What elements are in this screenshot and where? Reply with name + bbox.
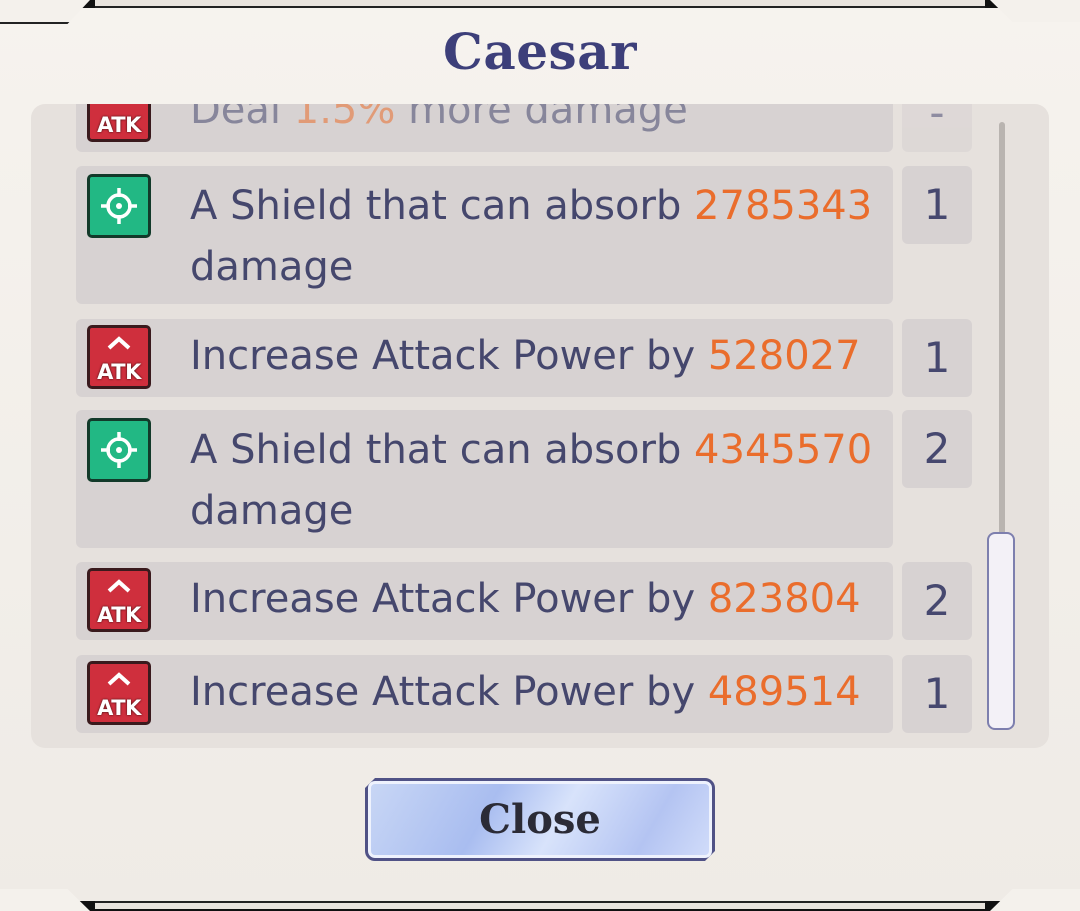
- dialog-title: Caesar: [443, 22, 637, 81]
- atk-icon: ATK: [87, 661, 151, 725]
- atk-icon: ATK: [87, 568, 151, 632]
- list-item: ATK Increase Attack Power by 823804 2: [76, 562, 972, 640]
- shield-icon: [87, 174, 151, 238]
- buff-stack-count: 1: [902, 166, 972, 244]
- atk-icon-label: ATK: [97, 603, 141, 627]
- atk-icon-label: ATK: [97, 113, 141, 137]
- scrollbar-thumb[interactable]: [987, 532, 1015, 730]
- buff-description: A Shield that can absorb 4345570 damage: [190, 427, 873, 534]
- buff-stack-count: 2: [902, 562, 972, 640]
- shield-icon: [87, 418, 151, 482]
- list-item: A Shield that can absorb 4345570 damage …: [76, 410, 972, 548]
- buff-description: Increase Attack Power by 489514: [190, 669, 861, 715]
- buff-description: Increase Attack Power by 823804: [190, 576, 861, 622]
- buff-stack-count: 2: [902, 410, 972, 488]
- close-button[interactable]: Close: [365, 778, 715, 861]
- buff-description: Increase Attack Power by 528027: [190, 333, 861, 379]
- buff-stack-count: -: [902, 104, 972, 152]
- atk-icon-label: ATK: [97, 360, 141, 384]
- list-item: ATK Deal 1.5% more damage -: [76, 104, 972, 152]
- buff-description: Deal 1.5% more damage: [190, 104, 688, 133]
- list-item: ATK Increase Attack Power by 528027 1: [76, 319, 972, 397]
- frame-bottom-trim: [95, 901, 985, 909]
- list-item: A Shield that can absorb 2785343 damage …: [76, 166, 972, 304]
- list-item: ATK Increase Attack Power by 489514 1: [76, 655, 972, 733]
- buff-stack-count: 1: [902, 655, 972, 733]
- buff-description: A Shield that can absorb 2785343 damage: [190, 183, 873, 290]
- buff-list-panel[interactable]: ATK Deal 1.5% more damage - A Shield tha…: [31, 104, 1049, 748]
- atk-icon: ATK: [87, 104, 151, 142]
- atk-icon: ATK: [87, 325, 151, 389]
- buff-stack-count: 1: [902, 319, 972, 397]
- atk-icon-label: ATK: [97, 696, 141, 720]
- frame-top-trim: [95, 0, 985, 8]
